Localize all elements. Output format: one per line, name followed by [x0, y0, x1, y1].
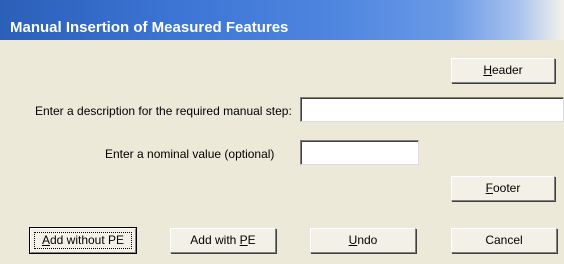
footer-button-label: Footer: [485, 181, 521, 195]
add-with-pe-button-label: Add with PE: [190, 233, 256, 247]
add-without-pe-button[interactable]: Add without PE: [29, 227, 137, 254]
cancel-button-label: Cancel: [485, 233, 523, 247]
window-title: Manual Insertion of Measured Features: [10, 19, 289, 36]
nominal-label: Enter a nominal value (optional): [105, 147, 275, 161]
nominal-value-field[interactable]: [300, 140, 419, 165]
add-with-pe-button[interactable]: Add with PE: [170, 228, 276, 253]
header-button[interactable]: Header: [451, 58, 555, 83]
undo-button[interactable]: Undo: [310, 228, 416, 253]
description-label: Enter a description for the required man…: [35, 104, 292, 118]
dialog-window: Manual Insertion of Measured Features He…: [0, 0, 564, 264]
description-field[interactable]: [300, 97, 564, 122]
header-button-label: Header: [483, 63, 523, 77]
undo-button-label: Undo: [348, 233, 378, 247]
cancel-button[interactable]: Cancel: [451, 228, 557, 253]
add-without-pe-button-label: Add without PE: [41, 233, 125, 247]
title-bar[interactable]: Manual Insertion of Measured Features: [0, 0, 564, 40]
footer-button[interactable]: Footer: [451, 176, 555, 201]
